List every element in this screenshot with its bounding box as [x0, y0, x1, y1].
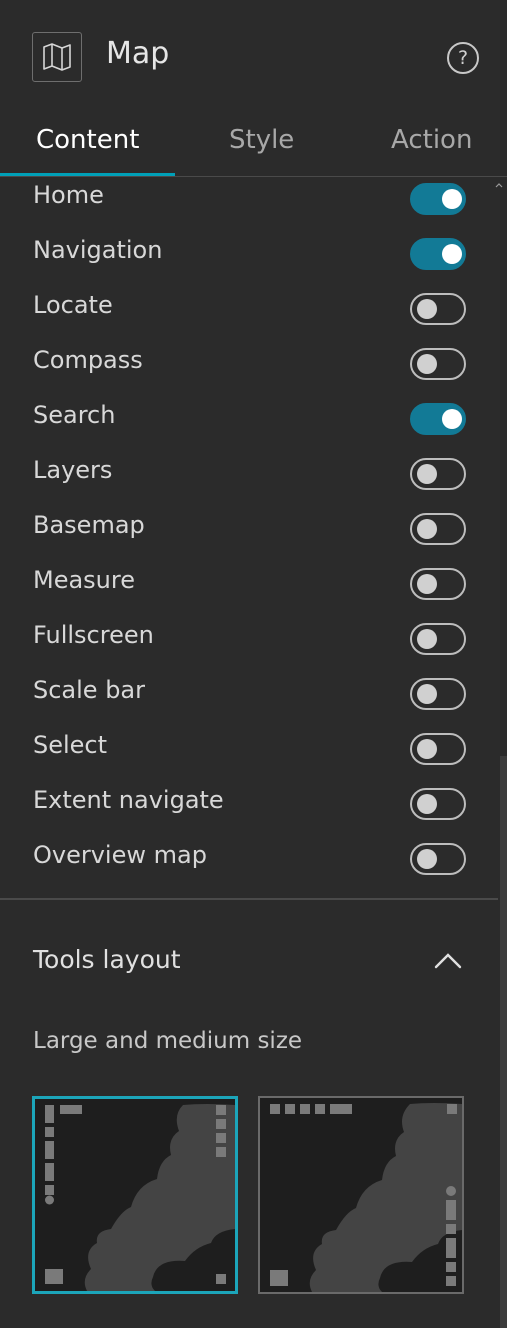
tool-label: Fullscreen: [33, 621, 154, 649]
toggle-knob: [417, 574, 437, 594]
map-icon: [32, 32, 82, 82]
tab-bar: Content Style Action: [0, 115, 507, 177]
toggle-knob: [442, 244, 462, 264]
tool-row-overview-map: Overview map: [0, 829, 500, 884]
tool-row-home: Home: [0, 178, 500, 224]
toggle-switch[interactable]: [410, 678, 466, 710]
tool-label: Scale bar: [33, 676, 146, 704]
tool-row-scale-bar: Scale bar: [0, 664, 500, 719]
toggle-switch[interactable]: [410, 733, 466, 765]
tool-row-extent-navigate: Extent navigate: [0, 774, 500, 829]
tools-list: Home Navigation Locate Compass Search Layers B…: [0, 178, 500, 893]
toggle-switch[interactable]: [410, 843, 466, 875]
section-divider: [0, 898, 498, 900]
toggle-switch[interactable]: [410, 348, 466, 380]
tool-label: Search: [33, 401, 116, 429]
tool-label: Overview map: [33, 841, 207, 869]
toggle-knob: [417, 739, 437, 759]
toggle-switch[interactable]: [410, 458, 466, 490]
help-icon[interactable]: ?: [447, 42, 479, 74]
tool-row-fullscreen: Fullscreen: [0, 609, 500, 664]
toggle-knob: [442, 409, 462, 429]
active-tab-indicator: [0, 173, 175, 176]
toggle-switch[interactable]: [410, 238, 466, 270]
toggle-knob: [417, 629, 437, 649]
chevron-up-icon[interactable]: [433, 950, 463, 972]
layout-top-preview: [270, 1103, 462, 1292]
tool-label: Compass: [33, 346, 143, 374]
tool-row-basemap: Basemap: [0, 499, 500, 554]
toggle-knob: [417, 464, 437, 484]
tool-label: Basemap: [33, 511, 145, 539]
toggle-switch[interactable]: [410, 183, 466, 215]
toggle-switch[interactable]: [410, 293, 466, 325]
tool-row-select: Select: [0, 719, 500, 774]
toggle-switch[interactable]: [410, 403, 466, 435]
tool-row-layers: Layers: [0, 444, 500, 499]
tool-row-locate: Locate: [0, 279, 500, 334]
layout-option-top[interactable]: [258, 1096, 464, 1294]
scroll-up-icon[interactable]: [494, 180, 504, 190]
tool-label: Layers: [33, 456, 113, 484]
tool-row-navigation: Navigation: [0, 224, 500, 279]
toggle-switch[interactable]: [410, 568, 466, 600]
toggle-switch[interactable]: [410, 788, 466, 820]
toggle-knob: [417, 794, 437, 814]
toggle-knob: [442, 189, 462, 209]
toggle-knob: [417, 849, 437, 869]
toggle-switch[interactable]: [410, 513, 466, 545]
scrollbar-thumb[interactable]: [500, 756, 507, 1328]
toggle-knob: [417, 519, 437, 539]
toggle-knob: [417, 684, 437, 704]
layout-size-label: Large and medium size: [33, 1028, 303, 1054]
panel-header: Map ?: [0, 0, 507, 115]
tool-label: Extent navigate: [33, 786, 224, 814]
tools-layout-title: Tools layout: [33, 945, 181, 974]
tool-row-compass: Compass: [0, 334, 500, 389]
tool-row-search: Search: [0, 389, 500, 444]
tool-label: Locate: [33, 291, 113, 319]
tab-style[interactable]: Style: [229, 125, 294, 155]
tool-label: Select: [33, 731, 108, 759]
toggle-switch[interactable]: [410, 623, 466, 655]
tool-label: Navigation: [33, 236, 163, 264]
help-glyph: ?: [457, 47, 469, 69]
tab-content[interactable]: Content: [36, 125, 139, 155]
tool-label: Home: [33, 181, 104, 209]
tool-row-measure: Measure: [0, 554, 500, 609]
layout-option-left[interactable]: [32, 1096, 238, 1294]
toggle-knob: [417, 354, 437, 374]
layout-left-preview: [45, 1104, 235, 1291]
toggle-knob: [417, 299, 437, 319]
tab-action[interactable]: Action: [391, 125, 472, 155]
tool-label: Measure: [33, 566, 135, 594]
panel-title: Map: [106, 36, 170, 71]
